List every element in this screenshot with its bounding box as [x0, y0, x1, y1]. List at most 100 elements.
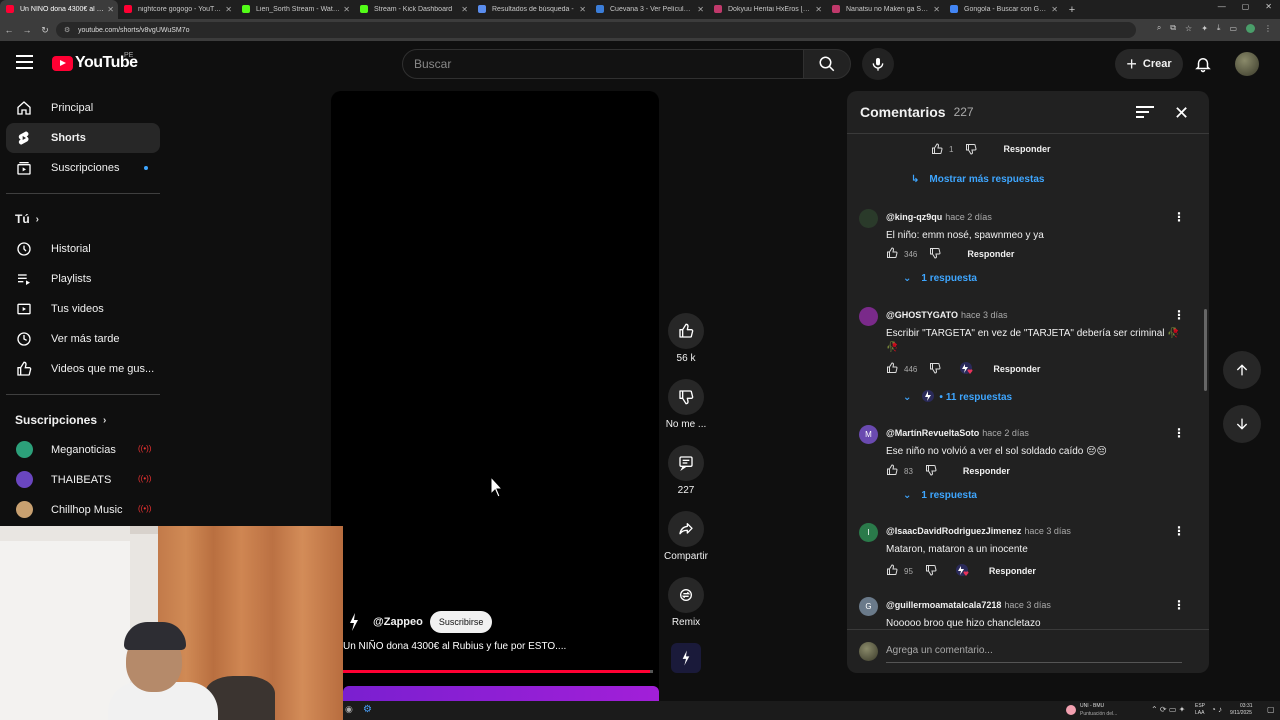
account-avatar[interactable] [1235, 52, 1259, 76]
add-comment-input[interactable]: Agrega un comentario... [886, 645, 993, 656]
reply-button[interactable]: Responder [993, 364, 1040, 374]
extensions-icon[interactable]: ✦ [1201, 24, 1208, 33]
sidebar-item-ver-más-tarde[interactable]: Ver más tarde [6, 324, 160, 354]
tab-close-icon[interactable]: ✕ [933, 5, 940, 14]
sidebar-subscriptions-heading[interactable]: Suscripciones › [0, 405, 172, 435]
browser-tab[interactable]: Un NIÑO dona 4300€ al Rubius✕ [0, 0, 118, 19]
browser-tab[interactable]: Cuevana 3 - Ver Películas, ver series✕ [590, 0, 708, 19]
site-info-icon[interactable]: ⚙ [64, 26, 72, 34]
commenter-avatar[interactable] [859, 307, 878, 326]
thumbs-down-icon[interactable] [929, 362, 941, 376]
thumbs-down-icon[interactable] [929, 247, 941, 261]
thumbs-up-icon[interactable] [886, 464, 898, 478]
commenter-avatar[interactable]: I [859, 523, 878, 542]
comment-time[interactable]: hace 3 días [1024, 526, 1071, 536]
previous-short-button[interactable] [1223, 351, 1261, 389]
close-icon[interactable]: ✕ [1174, 103, 1189, 124]
bookmark-star-icon[interactable]: ☆ [1185, 24, 1192, 33]
tab-close-icon[interactable]: ✕ [815, 5, 822, 14]
sidebar-item-videos-que-me-gus-[interactable]: Videos que me gus... [6, 354, 160, 384]
sort-icon[interactable] [1136, 105, 1154, 119]
clock-time[interactable]: 03:31 [1240, 703, 1253, 709]
audio-source-thumbnail[interactable] [671, 643, 701, 673]
tab-close-icon[interactable]: ✕ [107, 5, 114, 14]
thumbs-up-icon[interactable] [886, 247, 898, 261]
comment-author[interactable]: @MartínRevueltaSoto [886, 428, 979, 438]
tab-close-icon[interactable]: ✕ [461, 5, 468, 14]
view-replies-button[interactable]: ⌄ • 11 respuestas [903, 389, 1012, 406]
comments-list[interactable]: 1 Responder ↳ Mostrar más respuestas @ki… [847, 135, 1209, 629]
commenter-avatar[interactable] [859, 209, 878, 228]
sidebar-subscription[interactable]: THAIBEATS ((•)) [6, 465, 160, 495]
channel-name[interactable]: @Zappeo [373, 616, 423, 628]
more-options-icon[interactable]: ⋮ [1173, 598, 1185, 612]
sidebar-item-historial[interactable]: Historial [6, 234, 160, 264]
browser-menu-icon[interactable]: ⋮ [1264, 24, 1272, 33]
comment-author[interactable]: @IsaacDavidRodriguezJimenez [886, 526, 1021, 536]
subscribe-button[interactable]: Suscribirse [429, 611, 493, 633]
search-button[interactable] [803, 49, 851, 79]
view-replies-button[interactable]: ⌄ 1 respuesta [903, 490, 977, 501]
more-options-icon[interactable]: ⋮ [1173, 210, 1185, 224]
short-title[interactable]: Un NIÑO dona 4300€ al Rubius y fue por E… [343, 641, 566, 652]
url-bar[interactable]: ⚙ youtube.com/shorts/v8vgUWuSM7o [56, 22, 1136, 38]
browser-tab[interactable]: Gongola - Buscar con Google ✕ [944, 0, 1062, 19]
menu-icon[interactable] [16, 55, 33, 69]
channel-avatar[interactable] [343, 611, 365, 633]
youtube-logo[interactable]: YouTube PE [52, 52, 138, 72]
commenter-avatar[interactable]: M [859, 425, 878, 444]
sidebar-you-heading[interactable]: Tú › [0, 204, 172, 234]
steam-icon[interactable]: ⚙ [363, 704, 372, 715]
tab-close-icon[interactable]: ✕ [1051, 5, 1058, 14]
forward-icon[interactable]: → [18, 25, 36, 35]
reply-button[interactable]: Responder [967, 249, 1014, 259]
thumbs-down-icon[interactable] [965, 143, 977, 155]
minimize-icon[interactable]: — [1218, 2, 1226, 11]
comment-time[interactable]: hace 3 días [961, 310, 1008, 320]
taskbar-app-icon[interactable]: ◉ [345, 704, 353, 715]
thumbs-up-icon[interactable] [931, 143, 943, 155]
browser-tab[interactable]: Nanatsu no Maken ga Shihai ✕ [826, 0, 944, 19]
downloads-icon[interactable]: ⤓ [1217, 23, 1221, 33]
new-tab-button[interactable]: + [1062, 0, 1082, 19]
commenter-avatar[interactable]: G [859, 597, 878, 616]
notifications-button[interactable] [1192, 53, 1214, 75]
sidebar-item-shorts[interactable]: Shorts [6, 123, 160, 153]
reply-button[interactable]: Responder [1003, 144, 1050, 154]
tab-close-icon[interactable]: ✕ [343, 5, 350, 14]
zoom-icon[interactable]: ⌕ [1157, 23, 1161, 33]
sidebar-item-suscripciones[interactable]: Suscripciones [6, 153, 160, 183]
comment-time[interactable]: hace 2 días [945, 212, 992, 222]
thumbs-up-icon[interactable] [886, 362, 898, 376]
browser-tab[interactable]: Lien_Sorth Stream - Watch Live✕ [236, 0, 354, 19]
comment-time[interactable]: hace 3 días [1004, 600, 1051, 610]
sidebar-subscription[interactable]: Chillhop Music ((•)) [6, 495, 160, 525]
comment-time[interactable]: hace 2 días [982, 428, 1029, 438]
sidebar-item-principal[interactable]: Principal [6, 93, 160, 123]
weather-widget[interactable]: UNI - BMU Puntuación del... [1066, 703, 1136, 718]
thumbs-down-icon[interactable] [925, 564, 937, 578]
tray-icons[interactable]: ⌃ ⟳ ▭ ✦ [1151, 705, 1185, 714]
reply-button[interactable]: Responder [963, 466, 1010, 476]
comments-scrollbar[interactable] [1204, 309, 1207, 391]
more-options-icon[interactable]: ⋮ [1173, 524, 1185, 538]
like-button[interactable] [668, 313, 704, 349]
sidebar-subscription[interactable]: Meganoticias ((•)) [6, 435, 160, 465]
video-progress-bar[interactable] [343, 670, 653, 673]
browser-tab[interactable]: Dokyuu Hentai HxEros [Sin ✕ [708, 0, 826, 19]
tab-close-icon[interactable]: ✕ [225, 5, 232, 14]
browser-profile-avatar[interactable] [1246, 23, 1255, 33]
create-button[interactable]: + Crear [1115, 49, 1183, 79]
search-input[interactable]: Buscar [402, 49, 804, 79]
cast-icon[interactable]: ⧉ [1170, 23, 1176, 33]
remix-button[interactable] [668, 577, 704, 613]
reload-icon[interactable]: ↻ [36, 25, 54, 36]
back-icon[interactable]: ← [0, 25, 18, 35]
browser-tab[interactable]: Stream - Kick Dashboard ✕ [354, 0, 472, 19]
sidebar-item-tus-videos[interactable]: Tus videos [6, 294, 160, 324]
comment-author[interactable]: @GHOSTYGATO [886, 310, 958, 320]
view-replies-button[interactable]: ⌄ 1 respuesta [903, 273, 977, 284]
keyboard-lang[interactable]: ESP [1195, 703, 1205, 709]
browser-tab[interactable]: nightcore gogogo - YouTube ✕ [118, 0, 236, 19]
browser-tab[interactable]: Resultados de búsqueda - ✕ [472, 0, 590, 19]
